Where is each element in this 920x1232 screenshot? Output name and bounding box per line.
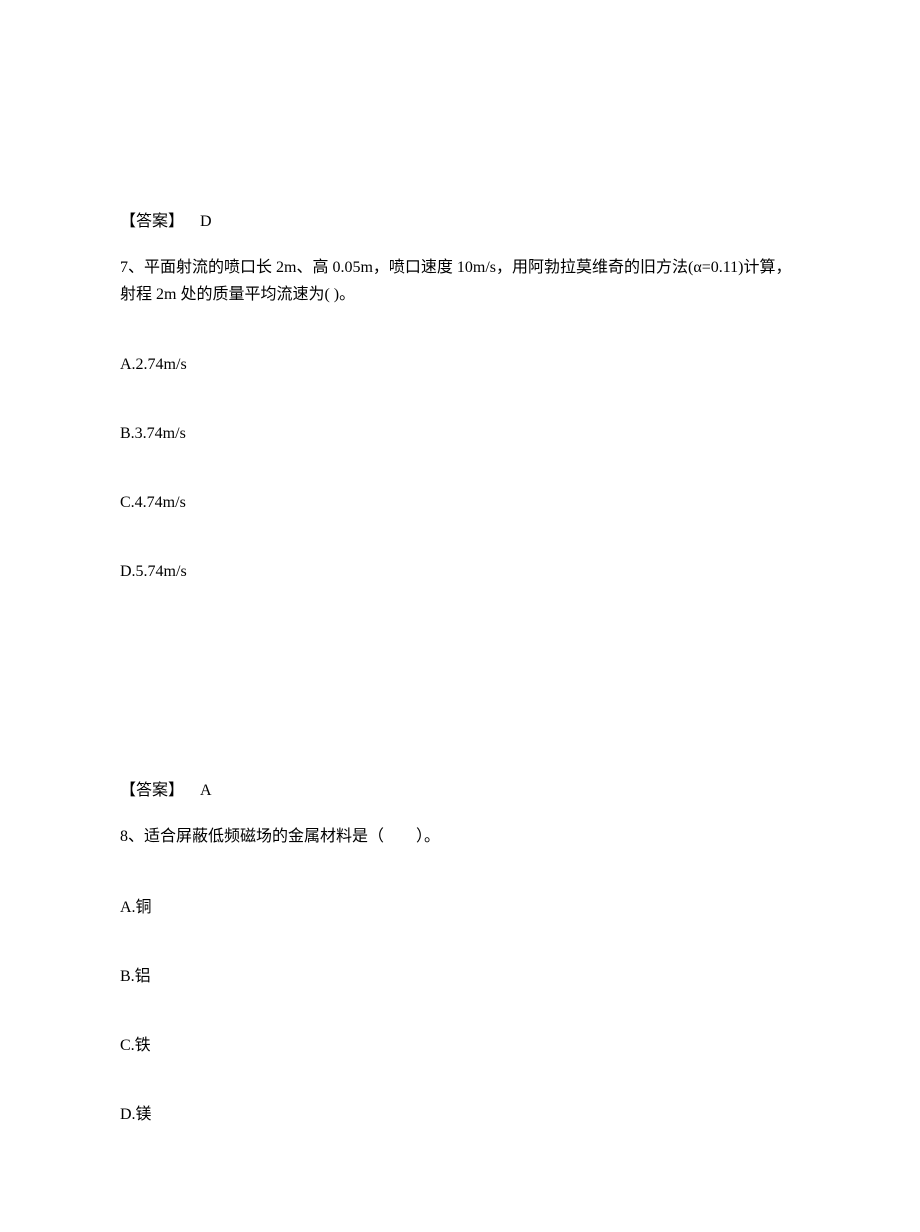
option-8-b: B.铝 <box>120 965 800 989</box>
question-8: 8、适合屏蔽低频磁场的金属材料是（ ）。 <box>120 823 800 850</box>
answer-label: 【答案】 <box>120 782 184 799</box>
answer-block-2: 【答案】 A <box>120 779 800 803</box>
option-7-b: B.3.74m/s <box>120 422 800 446</box>
option-7-c: C.4.74m/s <box>120 491 800 515</box>
answer-value: D <box>200 213 212 230</box>
document-page: 【答案】 D 7、平面射流的喷口长 2m、高 0.05m，喷口速度 10m/s，… <box>0 0 920 1232</box>
answer-value: A <box>200 782 212 799</box>
question-number: 8、 <box>120 828 144 845</box>
option-8-c: C.铁 <box>120 1034 800 1058</box>
option-8-d: D.镁 <box>120 1103 800 1127</box>
option-7-d: D.5.74m/s <box>120 560 800 584</box>
option-8-a: A.铜 <box>120 896 800 920</box>
spacer <box>120 629 800 779</box>
question-7: 7、平面射流的喷口长 2m、高 0.05m，喷口速度 10m/s，用阿勃拉莫维奇… <box>120 254 800 308</box>
question-body: 适合屏蔽低频磁场的金属材料是（ ）。 <box>144 828 440 845</box>
option-7-a: A.2.74m/s <box>120 353 800 377</box>
question-body: 平面射流的喷口长 2m、高 0.05m，喷口速度 10m/s，用阿勃拉莫维奇的旧… <box>120 259 792 303</box>
question-number: 7、 <box>120 259 144 276</box>
answer-block-1: 【答案】 D <box>120 210 800 234</box>
answer-label: 【答案】 <box>120 213 184 230</box>
